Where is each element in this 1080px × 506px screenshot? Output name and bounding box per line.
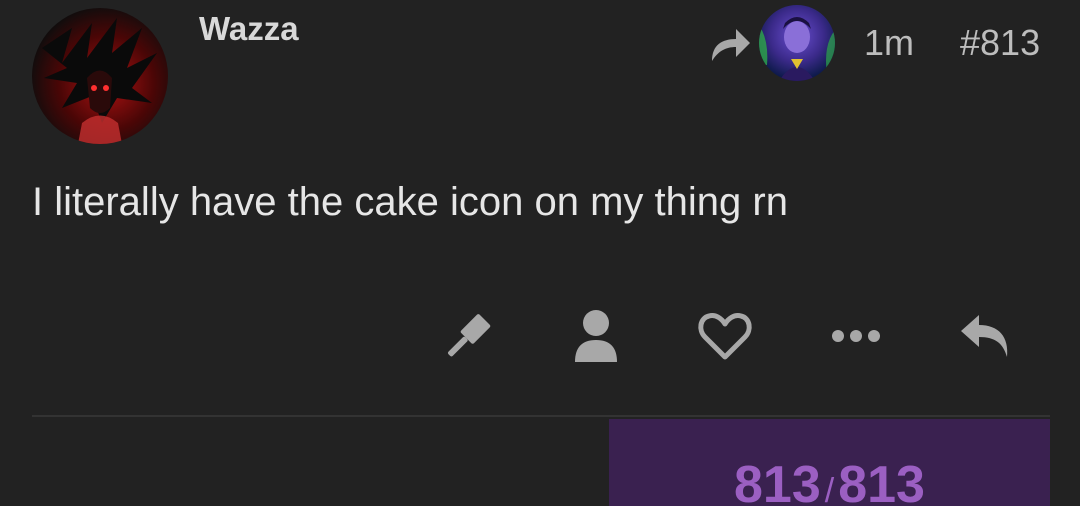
topic-progress[interactable]: 813/813	[609, 419, 1050, 506]
post-number[interactable]: #813	[960, 22, 1040, 64]
progress-separator: /	[824, 472, 835, 506]
post-time[interactable]: 1m	[864, 22, 914, 64]
gavel-icon[interactable]	[437, 308, 497, 364]
post-body-text: I literally have the cake icon on my thi…	[32, 180, 788, 224]
user-icon[interactable]	[566, 308, 626, 364]
reply-icon[interactable]	[955, 308, 1015, 364]
user-avatar[interactable]	[32, 8, 168, 144]
post-username[interactable]: Wazza	[199, 10, 299, 48]
reply-to-avatar[interactable]	[759, 5, 835, 81]
reply-to-arrow-icon[interactable]	[708, 25, 752, 65]
divider	[32, 415, 1050, 417]
ellipsis-icon[interactable]	[826, 308, 886, 364]
post-container: Wazza 1m #813 I literally have the cake …	[0, 0, 1080, 506]
progress-current: 813	[734, 456, 821, 506]
heart-icon[interactable]	[695, 308, 755, 364]
progress-total: 813	[838, 456, 925, 506]
progress-counter: 813/813	[609, 455, 1050, 506]
